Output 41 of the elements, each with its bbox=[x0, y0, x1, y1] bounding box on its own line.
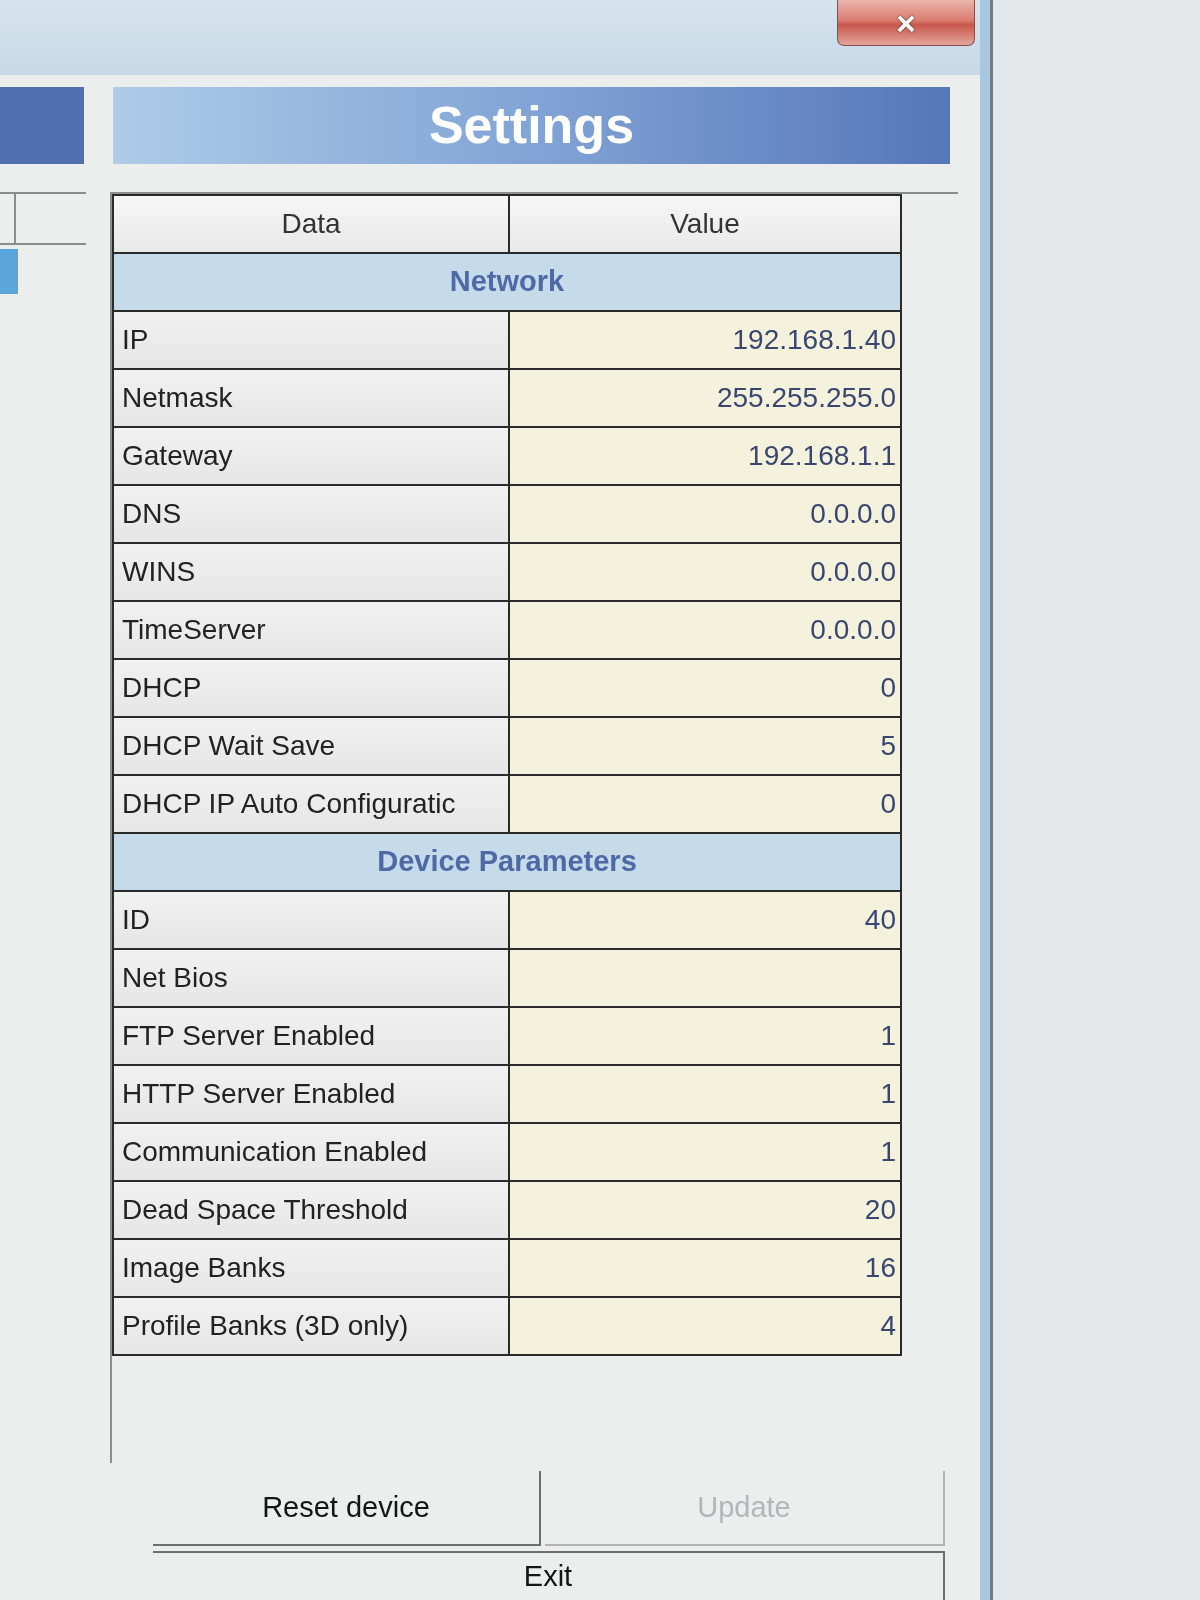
property-label: FTP Server Enabled bbox=[113, 1007, 509, 1065]
property-label: Netmask bbox=[113, 369, 509, 427]
value-cell: 0.0.0.0 bbox=[509, 543, 901, 601]
property-label: DHCP Wait Save bbox=[113, 717, 509, 775]
value-cell: 192.168.1.40 bbox=[509, 311, 901, 369]
property-label: DNS bbox=[113, 485, 509, 543]
value-cell: 40 bbox=[509, 891, 901, 949]
value-cell: 16 bbox=[509, 1239, 901, 1297]
column-header: Value bbox=[509, 195, 901, 253]
value-cell: 4 bbox=[509, 1297, 901, 1355]
value-cell: 0 bbox=[509, 659, 901, 717]
property-label: Communication Enabled bbox=[113, 1123, 509, 1181]
section-header: Device Parameters bbox=[113, 833, 901, 891]
property-label: Net Bios bbox=[113, 949, 509, 1007]
value-cell: 0.0.0.0 bbox=[509, 601, 901, 659]
value-cell: 0.0.0.0 bbox=[509, 485, 901, 543]
property-label: IP bbox=[113, 311, 509, 369]
value-cell: 192.168.1.1 bbox=[509, 427, 901, 485]
value-cell: 255.255.255.0 bbox=[509, 369, 901, 427]
close-button[interactable]: × bbox=[837, 0, 975, 46]
column-header: Data bbox=[113, 195, 509, 253]
property-label: DHCP IP Auto Configuratic bbox=[113, 775, 509, 833]
section-header: Network bbox=[113, 253, 901, 311]
value-cell: 1 bbox=[509, 1123, 901, 1181]
property-label: Profile Banks (3D only) bbox=[113, 1297, 509, 1355]
value-cell: 1 bbox=[509, 1065, 901, 1123]
property-label: WINS bbox=[113, 543, 509, 601]
panel-title: Settings bbox=[113, 87, 950, 164]
value-cell: 1 bbox=[509, 1007, 901, 1065]
value-cell: 0 bbox=[509, 775, 901, 833]
property-label: Image Banks bbox=[113, 1239, 509, 1297]
property-label: Dead Space Threshold bbox=[113, 1181, 509, 1239]
property-label: Gateway bbox=[113, 427, 509, 485]
exit-button[interactable]: Exit bbox=[153, 1551, 945, 1600]
property-label: DHCP bbox=[113, 659, 509, 717]
value-cell: 20 bbox=[509, 1181, 901, 1239]
value-cell: 5 bbox=[509, 717, 901, 775]
property-label: HTTP Server Enabled bbox=[113, 1065, 509, 1123]
property-label: TimeServer bbox=[113, 601, 509, 659]
reset-button[interactable]: Reset device bbox=[153, 1471, 541, 1546]
property-label: ID bbox=[113, 891, 509, 949]
